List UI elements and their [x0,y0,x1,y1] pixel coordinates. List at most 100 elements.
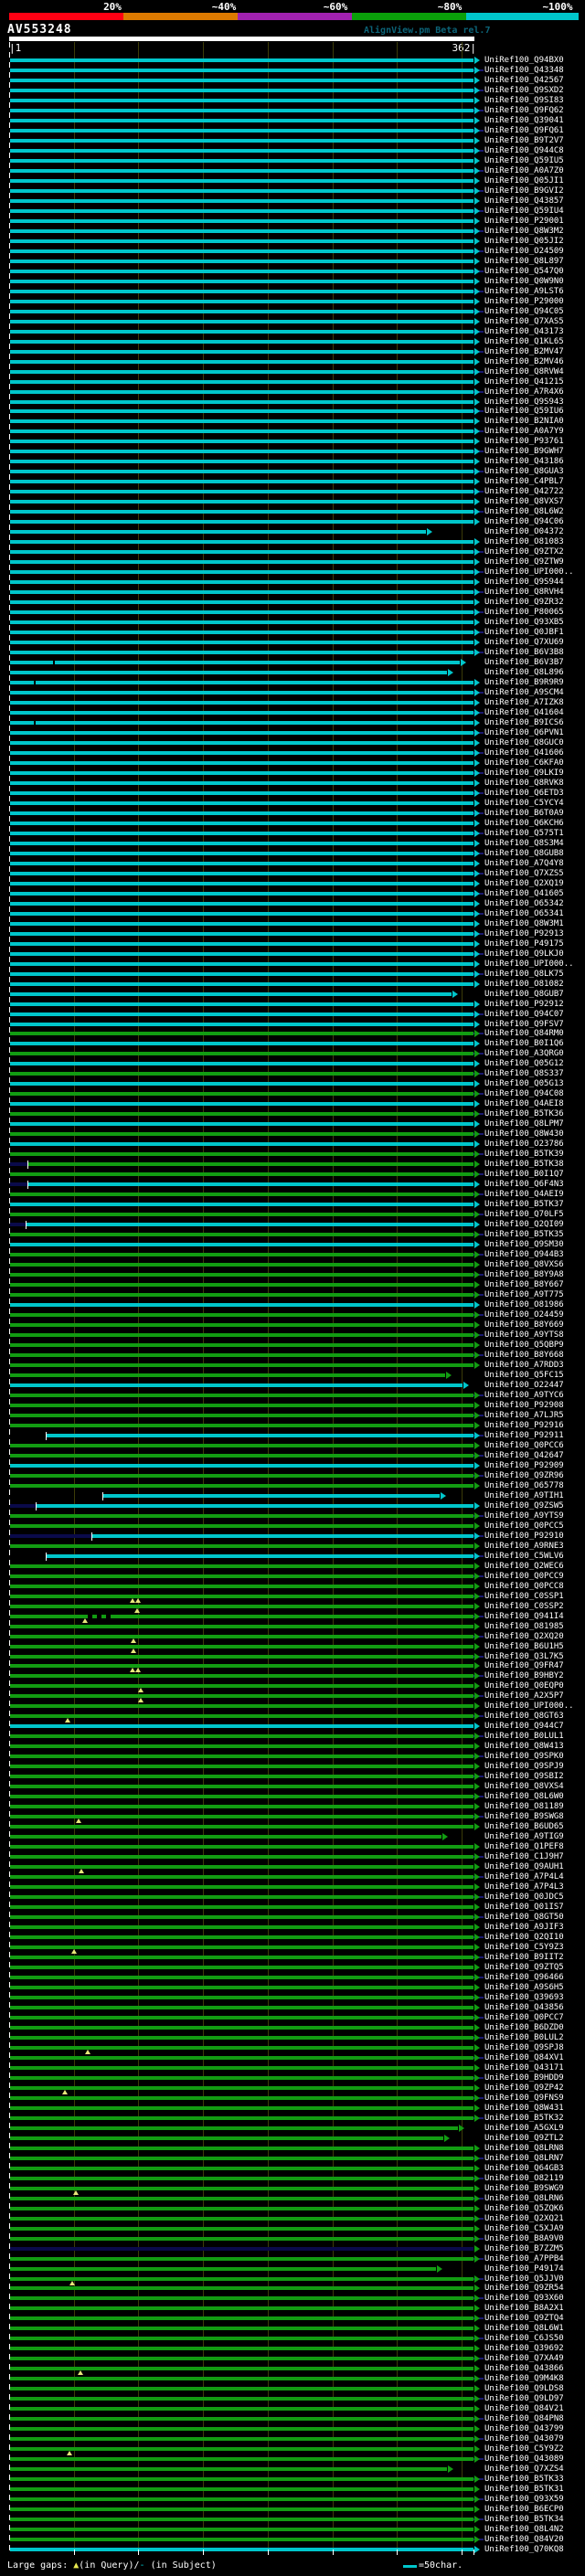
hit-bar[interactable] [10,1845,473,1850]
hit-bar[interactable] [10,1885,473,1890]
hit-bar[interactable] [10,1233,473,1237]
hit-bar[interactable] [10,228,473,233]
hit-bar[interactable] [103,1493,440,1498]
hit-bar[interactable] [10,1012,473,1016]
hit-bar[interactable] [10,1172,473,1177]
hit-label[interactable]: UniRef100_O04372 [484,527,564,537]
hit-label[interactable]: UniRef100_Q9ZP42 [484,2083,564,2094]
hit-bar[interactable] [10,891,473,896]
hit-bar[interactable] [10,560,473,565]
hit-label[interactable]: UniRef100_Q93X59 [484,2495,564,2505]
hit-label[interactable]: UniRef100_Q0W9N0 [484,277,564,287]
hit-label[interactable]: UniRef100_Q8LRN8 [484,2144,564,2154]
hit-bar[interactable] [10,2256,473,2261]
hit-bar[interactable] [10,2467,447,2472]
hit-bar[interactable] [10,1724,473,1729]
hit-bar[interactable] [10,450,473,454]
hit-bar[interactable] [10,851,473,855]
hit-label[interactable]: UniRef100_Q84V21 [484,2404,564,2414]
hit-bar[interactable] [10,480,473,484]
hit-label[interactable]: UniRef100_Q8GUC0 [484,738,564,748]
hit-label[interactable]: UniRef100_A0A7Z0 [484,166,564,176]
hit-bar[interactable] [10,2105,473,2110]
hit-bar[interactable] [10,661,460,664]
hit-bar[interactable] [10,2015,473,2019]
hit-label[interactable]: UniRef100_Q5ZQK6 [484,2204,564,2214]
hit-label[interactable]: UniRef100_Q9ZTQ4 [484,2314,564,2324]
hit-bar[interactable] [10,1694,473,1699]
hit-label[interactable]: UniRef100_Q8S3M4 [484,839,564,849]
hit-label[interactable]: UniRef100_Q5JJV0 [484,2274,564,2284]
hit-label[interactable]: UniRef100_B8Y9A8 [484,1270,564,1280]
hit-bar[interactable] [10,941,473,946]
hit-label[interactable]: UniRef100_Q94C05 [484,307,564,317]
hit-label[interactable]: UniRef100_Q8S337 [484,1069,564,1079]
hit-bar[interactable] [10,2035,473,2040]
hit-bar[interactable] [10,2316,473,2321]
hit-label[interactable]: UniRef100_A7IZK8 [484,698,564,708]
hit-label[interactable]: UniRef100_Q0EQP0 [484,1681,564,1691]
hit-bar[interactable] [10,510,473,514]
hit-bar[interactable] [10,2196,473,2200]
hit-bar[interactable] [10,2166,473,2170]
hit-bar[interactable] [10,1303,473,1307]
hit-label[interactable]: UniRef100_B9HDD9 [484,2073,564,2083]
hit-label[interactable]: UniRef100_Q9LDS8 [484,2384,564,2394]
hit-bar[interactable] [10,1373,445,1377]
hit-bar[interactable] [10,1052,473,1056]
hit-label[interactable]: UniRef100_B9GVI2 [484,186,564,196]
hit-bar[interactable] [10,309,473,313]
hit-bar[interactable] [10,1333,473,1337]
hit-label[interactable]: UniRef100_Q42647 [484,1451,564,1461]
hit-label[interactable]: UniRef100_Q9AUH1 [484,1862,564,1872]
hit-label[interactable]: UniRef100_Q8LK75 [484,970,564,980]
hit-bar[interactable] [10,2206,473,2210]
hit-label[interactable]: UniRef100_C6JS50 [484,2334,564,2344]
hit-bar[interactable] [10,1002,473,1006]
hit-label[interactable]: UniRef100_Q7XAS5 [484,317,564,327]
hit-bar[interactable] [10,1925,473,1929]
hit-label[interactable]: UniRef100_Q8VXS4 [484,1782,564,1792]
hit-bar[interactable] [10,2437,473,2442]
hit-label[interactable]: UniRef100_A9RNE3 [484,1542,564,1552]
hit-label[interactable]: UniRef100_A7PPB4 [484,2254,564,2264]
hit-bar[interactable] [10,1032,473,1036]
hit-bar[interactable] [10,831,473,835]
hit-bar[interactable] [10,1966,473,1969]
hit-bar[interactable] [47,1553,473,1558]
hit-label[interactable]: UniRef100_B5TK35 [484,1230,564,1240]
hit-bar[interactable] [10,1905,473,1910]
hit-label[interactable]: UniRef100_Q6ETD3 [484,789,564,799]
hit-bar[interactable] [10,600,473,605]
hit-bar[interactable] [10,620,473,625]
hit-bar[interactable] [10,921,473,926]
hit-bar[interactable] [10,1744,473,1749]
hit-label[interactable]: UniRef100_B9GWH7 [484,447,564,457]
hit-label[interactable]: UniRef100_Q0PCC5 [484,1521,564,1532]
hit-bar[interactable] [10,239,473,243]
hit-bar[interactable] [10,1102,473,1107]
hit-bar[interactable] [10,2075,473,2080]
hit-label[interactable]: UniRef100_P49174 [484,2264,564,2274]
hit-label[interactable]: UniRef100_Q2XQ20 [484,1632,564,1642]
hit-label[interactable]: UniRef100_B9SWG9 [484,2184,564,2194]
hit-label[interactable]: UniRef100_Q0PCC6 [484,1441,564,1451]
hit-bar[interactable] [10,2427,473,2432]
hit-label[interactable]: UniRef100_Q8RVW4 [484,367,564,377]
hit-bar[interactable] [10,1543,473,1548]
hit-bar[interactable] [10,1112,473,1117]
hit-bar[interactable] [10,2377,473,2381]
hit-label[interactable]: UniRef100_P92910 [484,1532,564,1542]
hit-label[interactable]: UniRef100_Q9ZR96 [484,1471,564,1481]
hit-bar[interactable] [10,2115,473,2120]
hit-bar[interactable] [10,1152,473,1157]
hit-bar[interactable] [10,1243,473,1247]
hit-bar[interactable] [10,2276,473,2281]
hit-label[interactable]: UniRef100_O81082 [484,980,564,990]
hit-bar[interactable] [10,2387,473,2391]
hit-bar[interactable] [10,1193,473,1197]
hit-bar[interactable] [10,2025,473,2030]
hit-bar[interactable] [10,1423,473,1427]
hit-label[interactable]: UniRef100_B0LUL1 [484,1732,564,1742]
hit-label[interactable]: UniRef100_C5YCY4 [484,799,564,809]
